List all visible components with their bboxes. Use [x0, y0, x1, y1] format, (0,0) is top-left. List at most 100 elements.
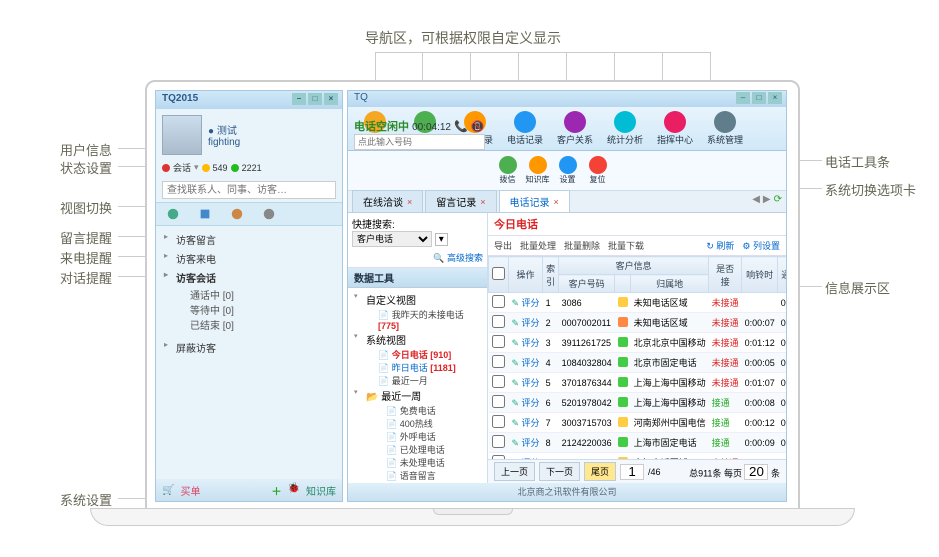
nav-7[interactable]: 系统管理: [702, 111, 748, 146]
maximize-button[interactable]: □: [308, 93, 322, 105]
phone-tool-2[interactable]: 设置: [555, 156, 581, 185]
tree-visitor-chat[interactable]: 访客会话: [162, 268, 336, 287]
tab-1[interactable]: 留言记录×: [425, 190, 496, 212]
pager-perpage-input[interactable]: [744, 464, 768, 480]
nav-6[interactable]: 指挥中心: [652, 111, 698, 146]
phone-tool-3[interactable]: 复位: [585, 156, 611, 185]
tree-visitor-call[interactable]: 访客来电: [162, 249, 336, 268]
btn-batch-delete[interactable]: 批量删除: [564, 239, 600, 252]
tab-0[interactable]: 在线洽谈×: [352, 190, 423, 212]
tab-nav-left[interactable]: ◀: [752, 194, 760, 205]
table-row[interactable]: 评分13086未知电话区域未接通0: [489, 293, 787, 313]
leaf-week-0[interactable]: 📄 免费电话: [352, 404, 483, 417]
view-groups-icon[interactable]: [230, 207, 244, 221]
hangup-icon[interactable]: 📵: [471, 121, 485, 133]
leaf-week-4[interactable]: 📄 未处理电话: [352, 456, 483, 469]
leaf-week-3[interactable]: 📄 已处理电话: [352, 443, 483, 456]
col-answer[interactable]: 是否接: [709, 257, 742, 293]
phone-tool-1[interactable]: 知识库: [525, 156, 551, 185]
tree-visitor-message[interactable]: 访客留言: [162, 230, 336, 249]
btn-batch-download[interactable]: 批量下载: [608, 239, 644, 252]
rate-button[interactable]: 评分: [512, 418, 540, 428]
cart-icon[interactable]: 🛒: [162, 485, 174, 496]
view-chat-icon[interactable]: [166, 207, 180, 221]
col-phone[interactable]: 客户号码: [559, 275, 615, 293]
leaf-my-missed[interactable]: 📄 我昨天的未接电话 [775]: [352, 308, 483, 331]
tab-nav-right[interactable]: ▶: [763, 194, 771, 205]
tab-close-icon[interactable]: ×: [407, 197, 412, 207]
main-minimize-button[interactable]: –: [736, 92, 750, 104]
nav-3[interactable]: 电话记录: [502, 111, 548, 146]
kb-link[interactable]: 知识库: [306, 483, 336, 498]
dial-icon[interactable]: 📞: [454, 121, 468, 133]
tab-nav-refresh[interactable]: ⟳: [774, 194, 782, 205]
rate-button[interactable]: 评分: [512, 358, 540, 368]
table-row[interactable]: 评分65201978042上海上海中国移动接通0:00:080: [489, 393, 787, 413]
rate-button[interactable]: 评分: [512, 398, 540, 408]
btn-export[interactable]: 导出: [494, 239, 512, 252]
rate-button[interactable]: 评分: [512, 318, 540, 328]
row-checkbox[interactable]: [492, 355, 505, 368]
contact-search-input[interactable]: [162, 181, 336, 199]
pager-prev[interactable]: 上一页: [494, 462, 535, 481]
tab-close-icon[interactable]: ×: [480, 197, 485, 207]
quick-search-select[interactable]: 客户电话: [352, 231, 432, 247]
tree-in-call[interactable]: 通话中 [0]: [162, 287, 336, 302]
node-system-view[interactable]: 系统视图: [352, 331, 483, 348]
phone-tool-0[interactable]: 拨信: [495, 156, 521, 185]
col-more[interactable]: 通: [778, 257, 786, 293]
col-ring[interactable]: 响铃时: [742, 257, 778, 293]
tree-ended[interactable]: 已结束 [0]: [162, 317, 336, 332]
buy-link[interactable]: 买单: [180, 483, 200, 498]
row-checkbox[interactable]: [492, 395, 505, 408]
rate-button[interactable]: 评分: [512, 298, 540, 308]
main-close-button[interactable]: ×: [768, 92, 782, 104]
tree-blocked[interactable]: 屏蔽访客: [162, 338, 336, 357]
table-row[interactable]: 评分20007002011未知电话区域未接通0:00:070: [489, 313, 787, 333]
rate-button[interactable]: 评分: [512, 438, 540, 448]
leaf-yesterday[interactable]: 📄 昨日电话 [1181]: [352, 361, 483, 374]
table-row[interactable]: 评分53701876344上海上海中国移动未接通0:01:070: [489, 373, 787, 393]
view-settings-icon[interactable]: [262, 207, 276, 221]
leaf-month[interactable]: 📄 最近一月: [352, 374, 483, 387]
col-sig[interactable]: [615, 275, 631, 293]
node-week[interactable]: 📂 最近一周: [352, 387, 483, 404]
col-operate[interactable]: 操作: [509, 257, 543, 293]
row-checkbox[interactable]: [492, 295, 505, 308]
nav-5[interactable]: 统计分析: [602, 111, 648, 146]
btn-refresh[interactable]: ↻ 刷新: [706, 239, 734, 252]
tab-close-icon[interactable]: ×: [554, 197, 559, 207]
quick-search-go[interactable]: ▾: [435, 233, 448, 246]
row-checkbox[interactable]: [492, 315, 505, 328]
minimize-button[interactable]: –: [292, 93, 306, 105]
nav-4[interactable]: 客户关系: [552, 111, 598, 146]
btn-batch[interactable]: 批量处理: [520, 239, 556, 252]
col-index[interactable]: 索引: [543, 257, 559, 293]
row-checkbox[interactable]: [492, 335, 505, 348]
add-icon[interactable]: ＋: [272, 483, 282, 498]
col-location[interactable]: 归属地: [631, 275, 709, 293]
dial-input[interactable]: [354, 134, 485, 150]
row-checkbox[interactable]: [492, 435, 505, 448]
leaf-week-5[interactable]: 📄 语音留言: [352, 469, 483, 482]
select-all-checkbox[interactable]: [492, 267, 505, 280]
leaf-week-2[interactable]: 📄 外呼电话: [352, 430, 483, 443]
pager-last[interactable]: 尾页: [584, 462, 616, 481]
tab-2[interactable]: 电话记录×: [499, 190, 570, 212]
pager-page-input[interactable]: [620, 464, 644, 480]
leaf-today[interactable]: 📄 今日电话 [910]: [352, 348, 483, 361]
avatar[interactable]: [162, 115, 202, 155]
rate-button[interactable]: 评分: [512, 378, 540, 388]
tree-waiting[interactable]: 等待中 [0]: [162, 302, 336, 317]
view-contacts-icon[interactable]: [198, 207, 212, 221]
table-row[interactable]: 评分82124220036上海市固定电话接通0:00:090: [489, 433, 787, 453]
row-checkbox[interactable]: [492, 415, 505, 428]
row-checkbox[interactable]: [492, 375, 505, 388]
close-button[interactable]: ×: [324, 93, 338, 105]
pager-next[interactable]: 下一页: [539, 462, 580, 481]
status-mode[interactable]: 会话: [173, 161, 191, 174]
status-dot-red[interactable]: [162, 164, 170, 172]
btn-columns[interactable]: ⚙ 列设置: [742, 239, 780, 252]
leaf-week-1[interactable]: 📄 400热线: [352, 417, 483, 430]
advanced-search-link[interactable]: 🔍 高级搜索: [433, 247, 483, 264]
